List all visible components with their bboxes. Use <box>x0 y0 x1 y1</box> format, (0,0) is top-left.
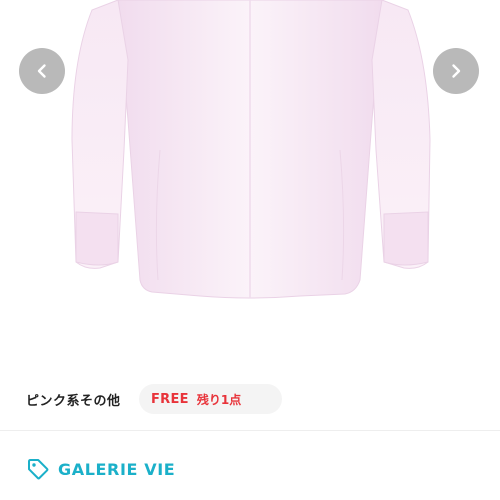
brand-link[interactable]: GALERIE VIE <box>26 455 175 483</box>
chevron-right-icon <box>452 64 461 78</box>
divider <box>0 430 500 431</box>
variant-row: ピンク系その他 FREE 残り1点 <box>0 382 500 416</box>
tag-icon <box>26 457 50 481</box>
color-label: ピンク系その他 <box>26 394 121 409</box>
stock-remaining-label: 残り1点 <box>196 392 242 407</box>
size-stock-chip[interactable]: FREE 残り1点 <box>139 384 282 414</box>
previous-image-button[interactable] <box>19 48 65 94</box>
size-label: FREE <box>151 391 189 407</box>
chevron-left-icon <box>37 64 46 78</box>
product-image-gallery[interactable] <box>0 0 500 345</box>
next-image-button[interactable] <box>433 48 479 94</box>
brand-name: GALERIE VIE <box>58 459 176 479</box>
product-photo <box>71 0 431 299</box>
